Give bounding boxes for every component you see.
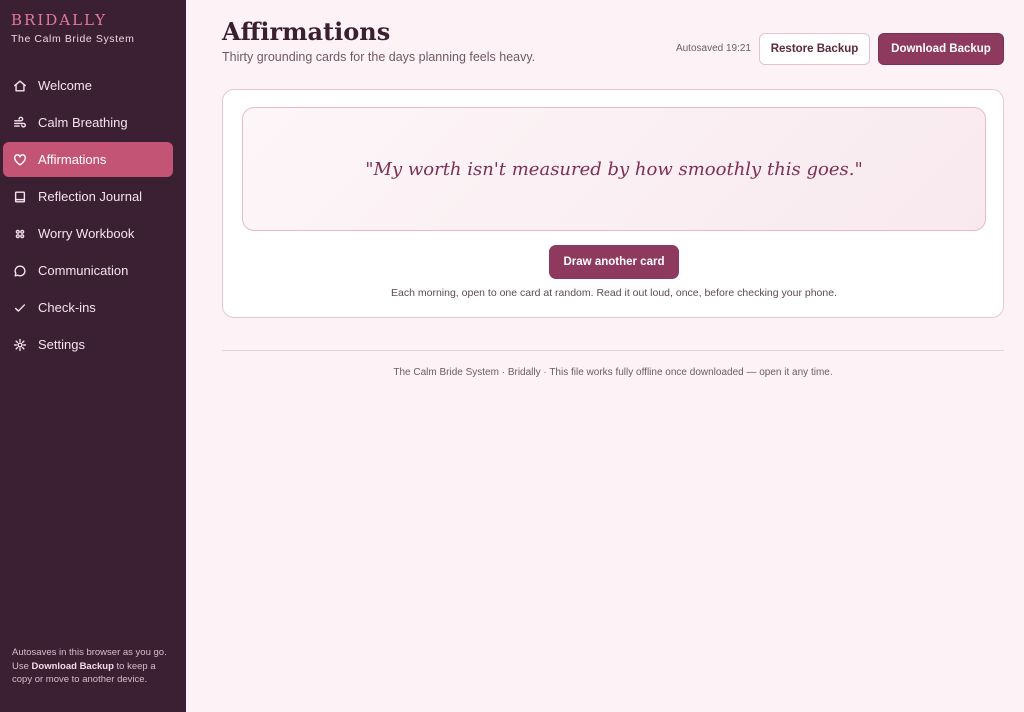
wind-icon xyxy=(12,115,28,131)
autosave-note-line1: Autosaves in this browser as you go. xyxy=(12,647,167,658)
brand-logo: BRIDALLY xyxy=(11,11,107,29)
sidebar-item-label: Reflection Journal xyxy=(38,189,143,204)
sidebar-item-settings[interactable]: Settings xyxy=(3,327,173,362)
download-backup-button[interactable]: Download Backup xyxy=(878,33,1004,65)
sidebar-item-label: Worry Workbook xyxy=(38,226,135,241)
affirmation-quote: "My worth isn't measured by how smoothly… xyxy=(365,158,863,180)
sidebar-item-welcome[interactable]: Welcome xyxy=(3,68,173,103)
check-icon xyxy=(12,300,28,316)
sidebar-item-affirmations[interactable]: Affirmations xyxy=(3,142,173,177)
sidebar-item-label: Check-ins xyxy=(38,300,96,315)
autosave-note-use: Use xyxy=(12,660,29,672)
sidebar-item-label: Welcome xyxy=(38,78,92,93)
affirmation-card-panel: "My worth isn't measured by how smoothly… xyxy=(222,89,1004,318)
restore-backup-button[interactable]: Restore Backup xyxy=(759,33,870,65)
sidebar-item-check-ins[interactable]: Check-ins xyxy=(3,290,173,325)
sidebar-item-calm-breathing[interactable]: Calm Breathing xyxy=(3,105,173,140)
sidebar-item-label: Affirmations xyxy=(38,152,107,167)
sidebar-item-label: Calm Breathing xyxy=(38,115,128,130)
heart-icon xyxy=(12,152,28,168)
book-icon xyxy=(12,189,28,205)
page-title: Affirmations xyxy=(222,17,391,46)
gear-icon xyxy=(12,337,28,353)
sidebar-item-communication[interactable]: Communication xyxy=(3,253,173,288)
autosave-note-bold: Download Backup xyxy=(31,660,114,672)
draw-another-card-button[interactable]: Draw another card xyxy=(549,245,679,279)
sidebar-item-label: Communication xyxy=(38,263,129,278)
brand: BRIDALLY The Calm Bride System xyxy=(11,11,134,45)
chat-bubble-icon xyxy=(12,263,28,279)
brand-tagline: The Calm Bride System xyxy=(11,33,135,45)
affirmation-card: "My worth isn't measured by how smoothly… xyxy=(242,107,986,231)
sidebar-item-label: Settings xyxy=(38,337,85,352)
page-subtitle: Thirty grounding cards for the days plan… xyxy=(222,50,536,64)
knot-icon xyxy=(12,226,28,242)
sidebar-item-worry-workbook[interactable]: Worry Workbook xyxy=(3,216,173,251)
sidebar-nav: Welcome Calm Breathing Affirmations Refl… xyxy=(3,68,173,364)
autosave-status: Autosaved 19:21 xyxy=(675,43,751,54)
autosave-note: Autosaves in this browser as you go. Use… xyxy=(12,646,172,687)
footer-text: The Calm Bride System · Bridally · This … xyxy=(393,367,833,378)
sidebar: BRIDALLY The Calm Bride System Welcome C… xyxy=(0,0,186,712)
footer-divider xyxy=(222,350,1004,351)
sidebar-item-reflection-journal[interactable]: Reflection Journal xyxy=(3,179,173,214)
card-instructions: Each morning, open to one card at random… xyxy=(391,287,837,299)
home-icon xyxy=(12,78,28,94)
